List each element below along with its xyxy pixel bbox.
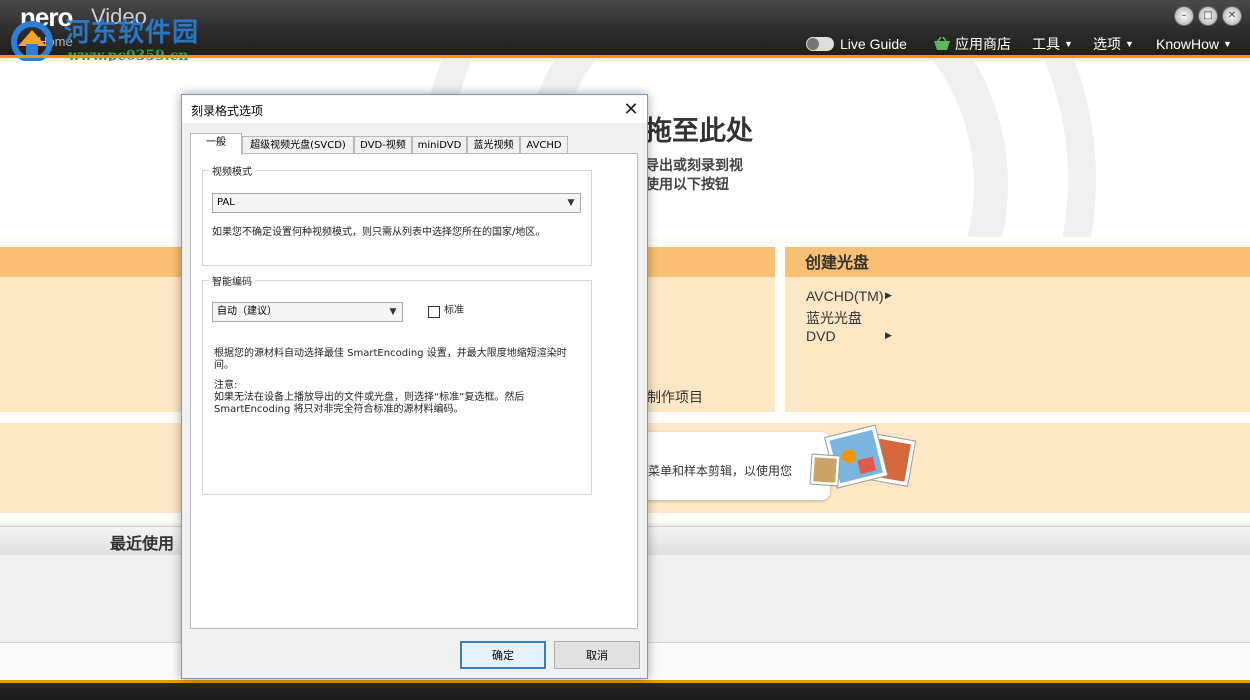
tab-dvd-video[interactable]: DVD-视频 (354, 136, 412, 154)
chevron-down-icon: ▼ (1125, 39, 1134, 49)
drop-zone-hint-2: 使用以下按钮 (645, 177, 729, 193)
recent-title: 最近使用 (110, 534, 175, 553)
tools-menu[interactable]: 工具 ▼ (1032, 34, 1073, 54)
tab-panel-general: 视频模式 PAL ▼ 如果您不确定设置何种视频模式，则只需从列表中选择您所在的国… (190, 153, 638, 629)
live-guide-toggle[interactable]: Live Guide (806, 34, 907, 54)
bottom-bar (0, 680, 1250, 700)
knowhow-menu[interactable]: KnowHow ▼ (1156, 34, 1232, 54)
make-project-link[interactable]: 制作项目 (647, 387, 703, 407)
photo-stack-icon (809, 425, 917, 489)
tab-general[interactable]: 一般 (190, 133, 242, 155)
video-mode-label: 视频模式 (209, 163, 255, 178)
close-icon: ✕ (623, 98, 639, 120)
arrow-right-icon: ▶ (885, 331, 892, 341)
tab-svcd[interactable]: 超级视频光盘(SVCD) (242, 136, 354, 154)
tools-label: 工具 (1032, 36, 1060, 52)
dialog-close-button[interactable]: ✕ (618, 96, 644, 122)
smart-encoding-group: 智能编码 自动（建议） ▼ 标准 根据您的源材料自动选择最佳 SmartEnco… (202, 273, 592, 495)
app-store-button[interactable]: 应用商店 (933, 34, 1011, 54)
options-menu[interactable]: 选项 ▼ (1093, 34, 1134, 54)
dialog-titlebar[interactable]: 刻录格式选项 ✕ (182, 95, 647, 123)
tab-bluray-video[interactable]: 蓝光视频 (467, 136, 520, 154)
knowhow-label: KnowHow (1156, 36, 1220, 52)
create-disc-header: 创建光盘 (785, 247, 1250, 277)
disc-item-bluray[interactable]: 蓝光光盘 (806, 308, 862, 328)
watermark-logo-icon (11, 21, 53, 63)
chevron-down-icon: ▼ (1064, 39, 1073, 49)
disc-item-avchd[interactable]: AVCHD(TM) (806, 288, 884, 304)
close-icon: ✕ (1227, 10, 1237, 21)
video-mode-hint: 如果您不确定设置何种视频模式，则只需从列表中选择您所在的国家/地区。 (212, 227, 546, 238)
options-label: 选项 (1093, 36, 1121, 52)
close-window-button[interactable]: ✕ (1222, 6, 1242, 26)
video-mode-value: PAL (217, 197, 235, 208)
app-titlebar: nero Video Home 河东软件园 www.pc0359.cn Live… (0, 0, 1250, 64)
burn-format-options-dialog: 刻录格式选项 ✕ 一般 超级视频光盘(SVCD) DVD-视频 miniDVD … (181, 94, 648, 679)
smart-encoding-value: 自动（建议） (217, 306, 277, 317)
video-mode-group: 视频模式 PAL ▼ 如果您不确定设置何种视频模式，则只需从列表中选择您所在的国… (202, 163, 592, 266)
standard-checkbox-label[interactable]: 标准 (444, 305, 464, 317)
note-text: 如果无法在设备上播放导出的文件或光盘，则选择“标准”复选框。然后 SmartEn… (214, 392, 525, 415)
minimize-icon: – (1181, 10, 1187, 21)
live-guide-label: Live Guide (840, 36, 907, 52)
drop-zone-title: 拖至此处 (645, 116, 753, 147)
app-store-label: 应用商店 (955, 36, 1011, 52)
chevron-down-icon: ▼ (567, 198, 575, 208)
watermark-title: 河东软件园 (64, 18, 200, 48)
promo-text: 菜单和样本剪辑，以使用您 (648, 464, 793, 478)
chevron-down-icon: ▼ (389, 307, 397, 317)
smart-encoding-select[interactable]: 自动（建议） ▼ (212, 302, 403, 322)
standard-checkbox[interactable] (428, 306, 440, 318)
ok-button[interactable]: 确定 (460, 641, 546, 669)
maximize-icon: □ (1203, 10, 1213, 21)
tab-minidvd[interactable]: miniDVD (412, 136, 467, 154)
minimize-button[interactable]: – (1174, 6, 1194, 26)
smart-encoding-label: 智能编码 (209, 273, 255, 288)
note-title: 注意: (214, 380, 238, 391)
cancel-button[interactable]: 取消 (554, 641, 640, 669)
tab-avchd[interactable]: AVCHD (520, 136, 568, 154)
toggle-switch-icon[interactable] (806, 37, 834, 51)
drop-zone-hint-1: 导出或刻录到视 (645, 158, 743, 174)
dialog-title: 刻录格式选项 (191, 104, 264, 118)
disc-item-dvd[interactable]: DVD (806, 328, 836, 344)
shopping-basket-icon (934, 37, 950, 50)
arrow-right-icon: ▶ (885, 291, 892, 301)
maximize-button[interactable]: □ (1198, 6, 1218, 26)
chevron-down-icon: ▼ (1223, 39, 1232, 49)
video-mode-select[interactable]: PAL ▼ (212, 193, 581, 213)
smart-encoding-description: 根据您的源材料自动选择最佳 SmartEncoding 设置，并最大限度地缩短渲… (214, 348, 567, 371)
